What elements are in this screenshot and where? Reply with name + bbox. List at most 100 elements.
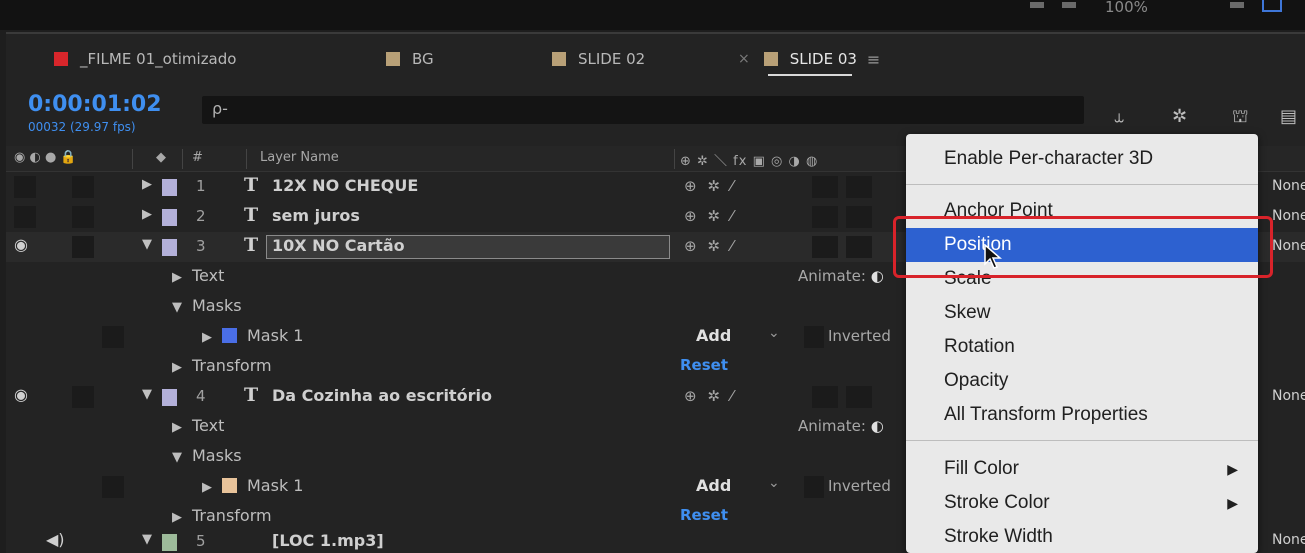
expand-triangle-icon[interactable]: ▶ — [172, 510, 182, 525]
layer-name[interactable]: 12X NO CHEQUE — [272, 176, 418, 195]
layer-switches[interactable]: ⊕ ✲ ⁄ — [684, 177, 736, 195]
inverted-checkbox[interactable] — [804, 326, 824, 348]
switch-cell[interactable] — [812, 386, 838, 408]
collapse-triangle-icon[interactable]: ▼ — [172, 300, 182, 315]
layer-name-header[interactable]: Layer Name — [260, 150, 339, 165]
snapshot-icon[interactable] — [1062, 2, 1076, 8]
composition-mini-flowchart-icon[interactable]: ⥿ — [1114, 106, 1124, 127]
shy-layers-icon[interactable]: ⛫ — [1232, 106, 1249, 130]
menu-item-fill-color[interactable]: Fill Color ▶ — [906, 452, 1258, 486]
lock-switch[interactable] — [72, 386, 94, 408]
menu-item-rotation[interactable]: Rotation — [906, 330, 1258, 364]
inverted-checkbox[interactable] — [804, 476, 824, 498]
parent-value[interactable]: None — [1272, 532, 1305, 548]
expand-triangle-icon[interactable]: ▶ — [172, 270, 182, 285]
lock-switch[interactable] — [102, 476, 124, 498]
menu-item-stroke-width[interactable]: Stroke Width — [906, 520, 1258, 553]
switch-cell[interactable] — [846, 236, 872, 258]
layer-search-input[interactable]: ρ- — [202, 96, 1084, 124]
region-icon[interactable] — [1262, 0, 1282, 12]
draft-3d-icon[interactable]: ✲ — [1172, 106, 1187, 127]
layer-switches[interactable]: ⊕ ✲ ⁄ — [684, 207, 736, 225]
layer-switches[interactable]: ⊕ ✲ ⁄ — [684, 387, 736, 405]
grid-icon[interactable] — [1030, 2, 1044, 8]
speaker-icon[interactable]: ◀) — [46, 530, 65, 549]
lock-switch[interactable] — [102, 326, 124, 348]
tab-bg[interactable]: BG — [386, 48, 434, 70]
expand-triangle-icon[interactable]: ▶ — [202, 480, 212, 495]
mask-color-swatch[interactable] — [222, 478, 237, 493]
property-masks[interactable]: ▼ Masks — [172, 296, 242, 315]
label-color-swatch[interactable] — [162, 239, 177, 256]
animate-arrow-icon[interactable]: ◐ — [871, 267, 884, 285]
menu-item-all-transform-properties[interactable]: All Transform Properties — [906, 398, 1258, 432]
switch-cell[interactable] — [846, 386, 872, 408]
collapse-triangle-icon[interactable]: ▼ — [142, 237, 152, 252]
expand-triangle-icon[interactable]: ▶ — [142, 177, 152, 192]
parent-value[interactable]: None — [1272, 238, 1305, 254]
collapse-triangle-icon[interactable]: ▼ — [142, 532, 152, 547]
eye-icon[interactable]: ◉ — [14, 235, 28, 254]
mask-mode-select[interactable]: Add — [696, 326, 731, 345]
reset-link[interactable]: Reset — [680, 356, 728, 374]
number-header[interactable]: # — [192, 150, 203, 165]
chevron-down-icon[interactable]: ⌄ — [768, 325, 780, 341]
mask-1[interactable]: ▶ Mask 1 — [202, 326, 303, 345]
property-text[interactable]: ▶ Text — [172, 266, 224, 285]
property-text[interactable]: ▶ Text — [172, 416, 224, 435]
tab-slide-03[interactable]: × SLIDE 03 ≡ — [738, 48, 880, 76]
menu-item-enable-per-character-3d[interactable]: Enable Per-character 3D — [906, 142, 1258, 176]
av-features-header[interactable]: ◉ ◐ ● 🔒 — [14, 150, 77, 165]
tag-icon[interactable]: ◆ — [156, 150, 166, 165]
switch-cell[interactable] — [812, 176, 838, 198]
panel-menu-icon[interactable]: ≡ — [867, 50, 880, 69]
expand-triangle-icon[interactable]: ▶ — [142, 207, 152, 222]
animate-menu[interactable]: Animate: ◐ — [798, 417, 884, 435]
video-switch[interactable] — [14, 176, 36, 198]
label-color-swatch[interactable] — [162, 389, 177, 406]
property-transform[interactable]: ▶ Transform — [172, 356, 272, 375]
switch-cell[interactable] — [812, 206, 838, 228]
mask-1[interactable]: ▶ Mask 1 — [202, 476, 303, 495]
menu-item-skew[interactable]: Skew — [906, 296, 1258, 330]
animate-menu[interactable]: Animate: ◐ — [798, 267, 884, 285]
property-transform[interactable]: ▶ Transform — [172, 506, 272, 525]
switch-cell[interactable] — [846, 176, 872, 198]
chevron-down-icon[interactable]: ⌄ — [768, 475, 780, 491]
animate-arrow-icon[interactable]: ◐ — [871, 417, 884, 435]
eye-icon[interactable]: ◉ — [14, 385, 28, 404]
collapse-triangle-icon[interactable]: ▼ — [172, 450, 182, 465]
close-icon[interactable]: × — [738, 51, 750, 67]
menu-item-stroke-color[interactable]: Stroke Color ▶ — [906, 486, 1258, 520]
switch-cell[interactable] — [812, 236, 838, 258]
layer-name[interactable]: Da Cozinha ao escritório — [272, 386, 492, 405]
zoom-level[interactable]: 100% — [1105, 0, 1148, 16]
tab-filme-01[interactable]: _FILME 01_otimizado — [54, 48, 236, 70]
video-switch[interactable] — [14, 206, 36, 228]
menu-item-opacity[interactable]: Opacity — [906, 364, 1258, 398]
label-color-swatch[interactable] — [162, 209, 177, 226]
label-color-swatch[interactable] — [162, 179, 177, 196]
expand-triangle-icon[interactable]: ▶ — [172, 420, 182, 435]
parent-value[interactable]: None — [1272, 178, 1305, 194]
search-icon[interactable]: ρ- — [212, 99, 228, 118]
layer-switches[interactable]: ⊕ ✲ ⁄ — [684, 237, 736, 255]
parent-value[interactable]: None — [1272, 208, 1305, 224]
lock-switch[interactable] — [72, 236, 94, 258]
switch-cell[interactable] — [846, 206, 872, 228]
current-timecode[interactable]: 0:00:01:02 — [28, 92, 162, 117]
tab-slide-02[interactable]: SLIDE 02 — [552, 48, 645, 70]
parent-value[interactable]: None — [1272, 388, 1305, 404]
layer-name[interactable]: sem juros — [272, 206, 360, 225]
reset-link[interactable]: Reset — [680, 506, 728, 524]
property-masks[interactable]: ▼ Masks — [172, 446, 242, 465]
layer-name[interactable]: [LOC 1.mp3] — [272, 531, 384, 550]
lock-switch[interactable] — [72, 176, 94, 198]
collapse-triangle-icon[interactable]: ▼ — [142, 387, 152, 402]
expand-triangle-icon[interactable]: ▶ — [202, 330, 212, 345]
switches-header[interactable]: ⊕ ✲ ＼ fx ▣ ◎ ◑ ◍ — [680, 150, 818, 169]
mask-mode-select[interactable]: Add — [696, 476, 731, 495]
expand-triangle-icon[interactable]: ▶ — [172, 360, 182, 375]
channel-icon[interactable] — [1230, 2, 1244, 8]
layer-name[interactable]: 10X NO Cartão — [272, 236, 405, 255]
